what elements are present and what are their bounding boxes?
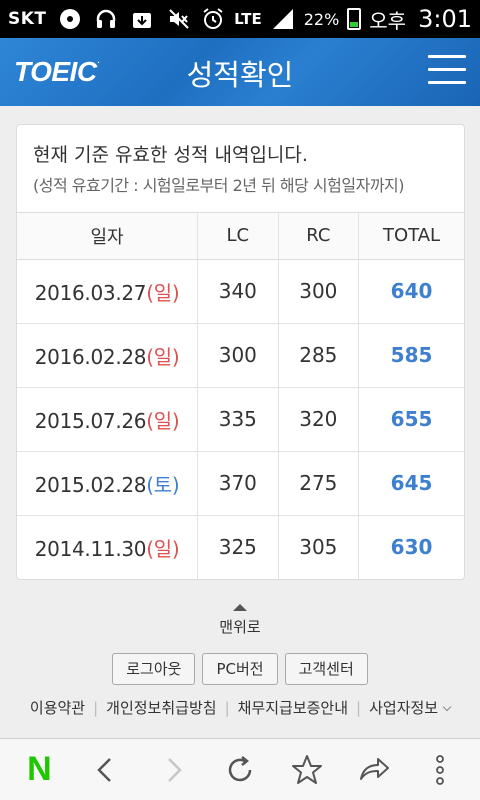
rc-score: 285 <box>278 323 360 388</box>
lc-score: 370 <box>197 451 279 516</box>
logout-button[interactable]: 로그아웃 <box>112 653 196 685</box>
test-date: 2016.03.27 <box>34 280 147 305</box>
card-header: 현재 기준 유효한 성적 내역입니다. (성적 유효기간 : 시험일로부터 2년… <box>17 125 464 213</box>
rc-score: 275 <box>278 451 360 516</box>
total-score: 655 <box>358 387 464 452</box>
col-header-date: 일자 <box>17 213 199 260</box>
cd-icon <box>57 6 83 32</box>
to-top-button[interactable]: 맨위로 <box>0 604 480 637</box>
day-of-week: (일) <box>146 280 180 305</box>
footer-links: 이용약관 | 개인정보취급방침 | 채무지급보증안내 | 사업자정보 <box>0 697 480 718</box>
table-header-row: 일자 LC RC TOTAL <box>17 213 464 260</box>
headphones-icon <box>93 6 119 32</box>
day-of-week: (일) <box>146 408 180 433</box>
carrier-label: SKT <box>8 9 47 29</box>
test-date: 2015.02.28 <box>34 472 147 497</box>
score-date-cell: 2015.07.26(일) <box>17 387 199 452</box>
lc-score: 340 <box>197 259 279 324</box>
chevron-down-icon <box>442 702 452 712</box>
total-score: 640 <box>358 259 464 324</box>
refresh-button[interactable] <box>212 742 268 798</box>
more-menu-button[interactable] <box>412 742 468 798</box>
col-header-rc: RC <box>278 213 360 260</box>
rc-score: 320 <box>278 387 360 452</box>
status-bar: SKT LTE 22% 오후 3:01 <box>0 0 480 38</box>
to-top-label: 맨위로 <box>219 618 261 636</box>
validity-period-note: (성적 유효기간 : 시험일로부터 2년 뒤 해당 시험일자까지) <box>33 176 405 195</box>
forward-button[interactable] <box>145 742 201 798</box>
share-icon <box>359 757 389 780</box>
ampm-label: 오후 <box>369 8 407 33</box>
terms-link[interactable]: 이용약관 <box>30 697 85 718</box>
customer-center-button[interactable]: 고객센터 <box>284 653 368 685</box>
hamburger-menu-button[interactable] <box>428 55 466 89</box>
refresh-icon <box>228 755 252 781</box>
naver-home-button[interactable]: N <box>11 742 67 798</box>
app-header: TOEIC. 성적확인 <box>0 38 480 106</box>
business-info-link[interactable]: 사업자정보 <box>369 697 452 718</box>
day-of-week: (토) <box>146 472 180 497</box>
table-row: 2015.07.26(일) 335 320 655 <box>17 387 464 452</box>
alarm-icon <box>200 6 226 32</box>
mute-icon <box>166 6 192 32</box>
score-card: 현재 기준 유효한 성적 내역입니다. (성적 유효기간 : 시험일로부터 2년… <box>16 124 465 580</box>
table-row: 2014.11.30(일) 325 305 630 <box>17 515 464 579</box>
menu-line <box>428 55 466 58</box>
link-separator: | <box>356 698 362 717</box>
forward-icon <box>168 757 182 782</box>
lte-label: LTE <box>234 10 262 28</box>
footer-buttons: 로그아웃 PC버전 고객센터 <box>0 653 480 685</box>
link-separator: | <box>93 698 99 717</box>
menu-line <box>428 81 466 84</box>
link-separator: | <box>224 698 230 717</box>
score-date-cell: 2015.02.28(토) <box>17 451 199 516</box>
browser-toolbar: N <box>0 738 480 800</box>
page-title: 성적확인 <box>186 58 294 92</box>
back-button[interactable] <box>78 742 134 798</box>
test-date: 2014.11.30 <box>34 536 147 561</box>
table-row: 2016.02.28(일) 300 285 585 <box>17 323 464 388</box>
score-date-cell: 2016.02.28(일) <box>17 323 199 388</box>
privacy-policy-link[interactable]: 개인정보취급방침 <box>106 697 216 718</box>
naver-logo-icon: N <box>27 750 52 788</box>
share-button[interactable] <box>346 742 402 798</box>
rc-score: 305 <box>278 515 360 579</box>
pc-version-button[interactable]: PC버전 <box>202 653 278 685</box>
score-table: 일자 LC RC TOTAL 2016.03.27(일) 340 300 640 201… <box>17 213 464 579</box>
clock-time: 3:01 <box>418 5 472 33</box>
valid-score-notice: 현재 기준 유효한 성적 내역입니다. <box>33 144 308 166</box>
table-row: 2016.03.27(일) 340 300 640 <box>17 259 464 324</box>
total-score: 645 <box>358 451 464 516</box>
lc-score: 335 <box>197 387 279 452</box>
back-icon <box>97 757 112 782</box>
battery-percent: 22% <box>303 9 340 29</box>
score-date-cell: 2014.11.30(일) <box>17 515 199 579</box>
battery-icon <box>347 8 362 30</box>
total-score: 630 <box>390 535 433 560</box>
col-header-lc: LC <box>197 213 279 260</box>
table-row: 2015.02.28(토) 370 275 645 <box>17 451 464 516</box>
col-header-total: TOTAL <box>358 213 464 260</box>
arrow-up-icon <box>233 604 247 611</box>
menu-line <box>428 68 466 71</box>
more-icon <box>436 754 445 785</box>
bookmark-star-icon <box>291 754 322 784</box>
payment-guarantee-link[interactable]: 채무지급보증안내 <box>238 697 348 718</box>
lc-score: 300 <box>197 323 279 388</box>
bookmark-button[interactable] <box>279 742 335 798</box>
rc-score: 300 <box>278 259 360 324</box>
test-date: 2015.07.26 <box>34 408 147 433</box>
score-date-cell: 2016.03.27(일) <box>17 259 199 324</box>
signal-icon <box>270 6 296 32</box>
download-icon <box>129 6 155 32</box>
day-of-week: (일) <box>146 344 180 369</box>
day-of-week: (일) <box>146 536 180 561</box>
total-score: 585 <box>358 323 464 388</box>
lc-score: 325 <box>197 515 279 579</box>
test-date: 2016.02.28 <box>34 344 147 369</box>
